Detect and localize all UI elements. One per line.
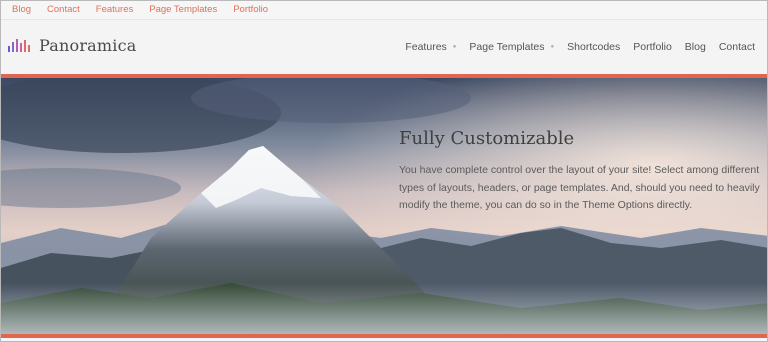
site-logo[interactable]: Panoramica (7, 36, 137, 55)
top-bar: Blog Contact Features Page Templates Por… (1, 1, 767, 20)
nav-item-page-templates[interactable]: Page Templates ● (469, 41, 554, 53)
top-links: Blog Contact Features Page Templates Por… (12, 4, 284, 16)
main-nav: Features ● Page Templates ● Shortcodes P… (392, 41, 755, 53)
nav-item-contact[interactable]: Contact (719, 41, 755, 53)
hero-slider: Fully Customizable You have complete con… (1, 78, 767, 334)
logo-text: Panoramica (39, 36, 137, 55)
nav-item-features[interactable]: Features ● (405, 41, 456, 53)
site-header: Panoramica Features ● Page Templates ● S… (1, 20, 767, 74)
top-link-contact[interactable]: Contact (47, 4, 80, 16)
top-link-page-templates[interactable]: Page Templates (149, 4, 217, 16)
chevron-down-icon: ● (452, 44, 457, 50)
nav-item-blog[interactable]: Blog (685, 41, 706, 53)
top-link-features[interactable]: Features (96, 4, 134, 16)
nav-label: Shortcodes (567, 41, 621, 53)
logo-bars-icon (8, 38, 30, 52)
top-link-blog[interactable]: Blog (12, 4, 31, 16)
hero-accent-line (1, 334, 767, 338)
top-link-portfolio[interactable]: Portfolio (233, 4, 268, 16)
chevron-down-icon: ● (550, 44, 555, 50)
nav-label: Portfolio (633, 41, 672, 53)
nav-label: Contact (718, 41, 755, 53)
hero-description: You have complete control over the layou… (399, 164, 760, 211)
nav-item-shortcodes[interactable]: Shortcodes (567, 41, 620, 53)
nav-label: Blog (684, 41, 706, 53)
hero-title: Fully Customizable (399, 128, 575, 149)
nav-label: Page Templates (469, 41, 545, 53)
nav-item-portfolio[interactable]: Portfolio (633, 41, 672, 53)
nav-label: Features (405, 41, 447, 53)
browser-frame: Blog Contact Features Page Templates Por… (0, 0, 768, 342)
